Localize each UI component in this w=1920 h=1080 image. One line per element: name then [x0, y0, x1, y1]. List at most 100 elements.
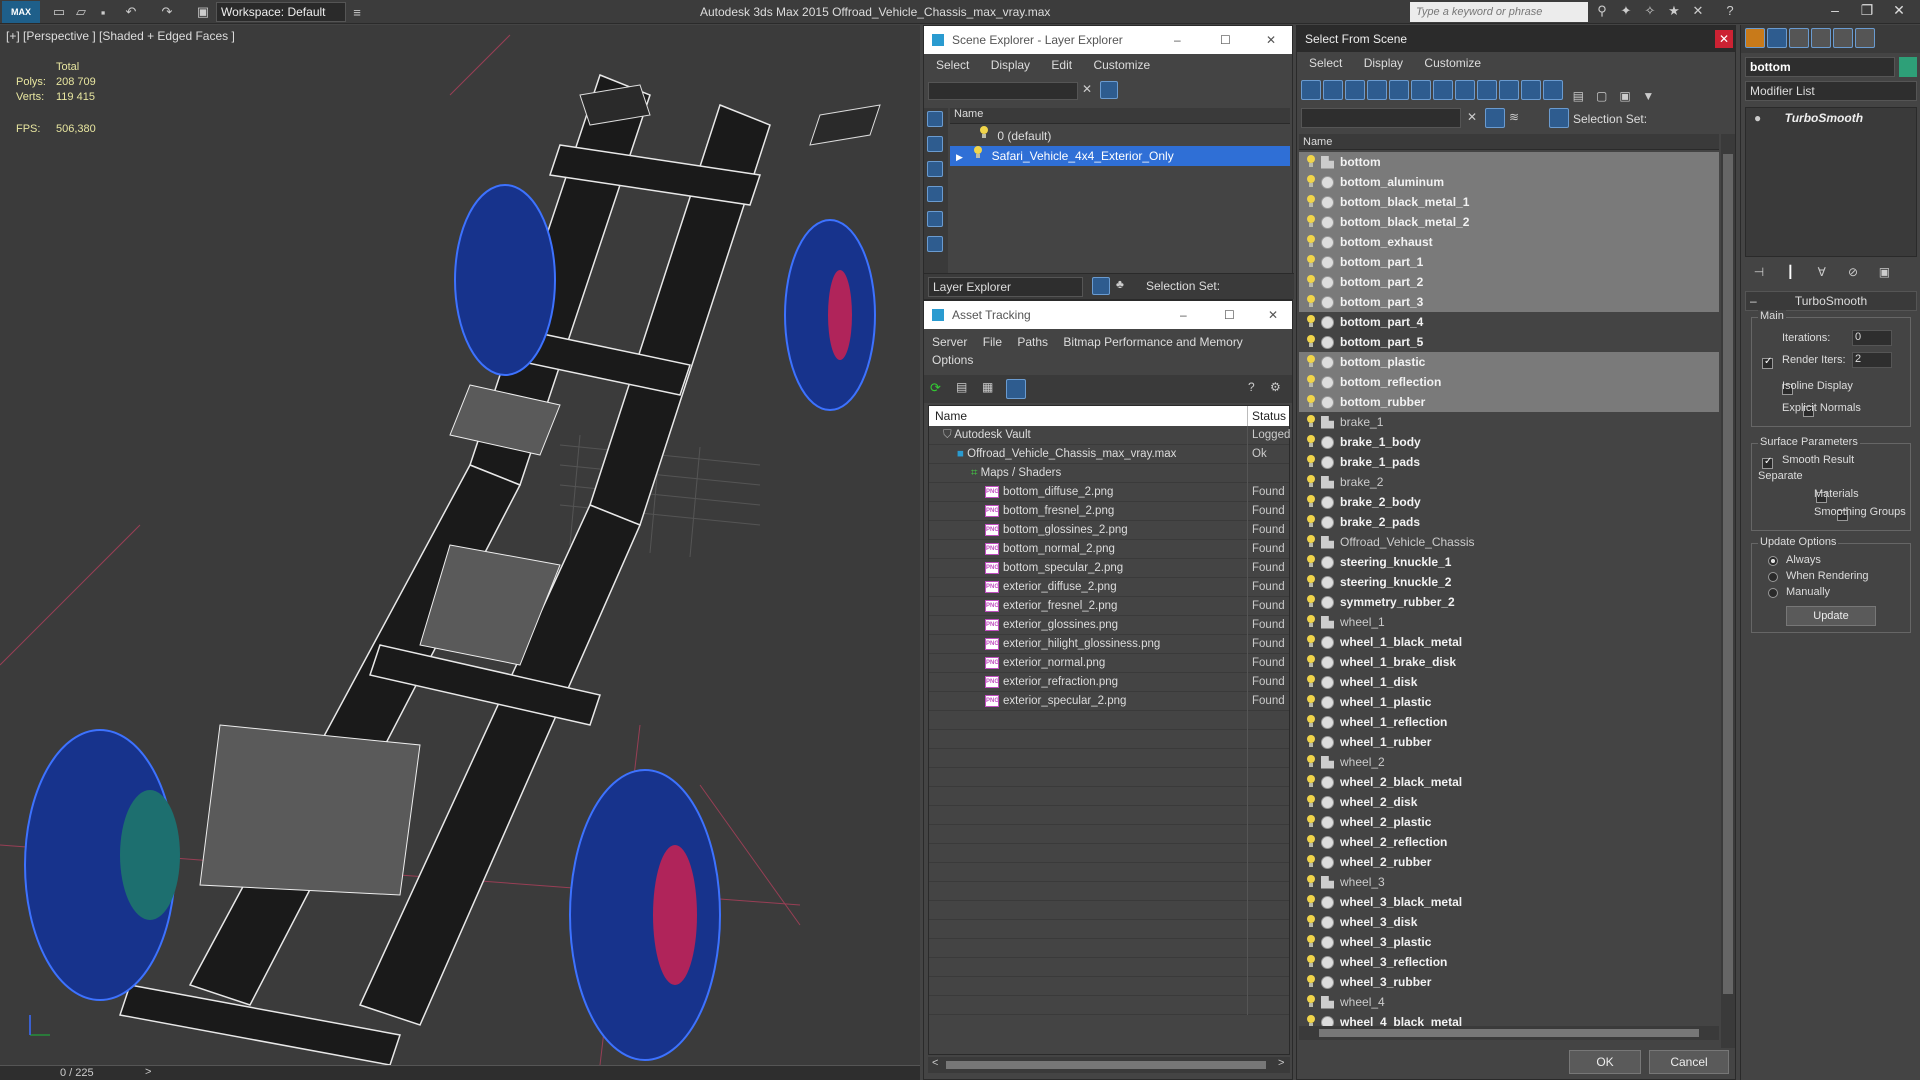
scene-object-row[interactable]: bottom_plastic	[1299, 352, 1719, 372]
scene-object-row[interactable]: wheel_1_reflection	[1299, 712, 1719, 732]
make-unique-icon[interactable]: ∀	[1808, 265, 1836, 279]
tools-icon[interactable]: ✦	[1616, 3, 1636, 21]
refresh-icon[interactable]: ⟳	[930, 380, 941, 396]
display-spacewarps-icon[interactable]	[927, 236, 943, 252]
scene-object-row[interactable]: wheel_1	[1299, 612, 1719, 632]
favorites-icon[interactable]: ★	[1664, 3, 1684, 21]
light-bulb-icon[interactable]	[1305, 275, 1317, 289]
light-bulb-icon[interactable]	[1305, 475, 1317, 489]
scene-object-row[interactable]: bottom_aluminum	[1299, 172, 1719, 192]
menu-customize[interactable]: Customize	[1424, 52, 1481, 74]
select-none-icon[interactable]: ▢	[1592, 89, 1612, 103]
cancel-button[interactable]: Cancel	[1649, 1050, 1729, 1074]
layer-row-selected[interactable]: ▶ Safari_Vehicle_4x4_Exterior_Only	[950, 146, 1290, 166]
col-name[interactable]: Name	[935, 406, 967, 426]
light-bulb-icon[interactable]	[972, 146, 984, 160]
asset-row[interactable]: PNG exterior_hilight_glossiness.png Found	[929, 635, 1289, 654]
when-rendering-radio[interactable]	[1768, 572, 1778, 582]
asset-row[interactable]: ■ Offroad_Vehicle_Chassis_max_vray.max Ok	[929, 445, 1289, 464]
light-bulb-icon[interactable]	[1305, 955, 1317, 969]
list-view-icon[interactable]: ▤	[956, 380, 967, 394]
object-list-v-scrollbar[interactable]	[1721, 134, 1735, 1048]
thumbnail-view-icon[interactable]: ▦	[982, 380, 993, 394]
remove-modifier-icon[interactable]: ⊘	[1839, 265, 1867, 279]
scene-object-row[interactable]: bottom_black_metal_2	[1299, 212, 1719, 232]
light-bulb-icon[interactable]	[1305, 935, 1317, 949]
expand-arrow-icon[interactable]: ▶	[956, 152, 963, 162]
modifier-stack-item[interactable]: ● TurboSmooth	[1746, 108, 1916, 128]
containers-filter-icon[interactable]	[1499, 80, 1519, 100]
explorer-type-dropdown[interactable]: Layer Explorer	[928, 277, 1083, 297]
asset-row[interactable]: PNG bottom_specular_2.png Found	[929, 559, 1289, 578]
clear-search-icon[interactable]: ✕	[1082, 82, 1092, 96]
filter-icon[interactable]	[1100, 81, 1118, 99]
settings-icon[interactable]: ⚙	[1270, 380, 1281, 394]
save-icon[interactable]: ▪	[94, 3, 112, 21]
redo-icon[interactable]: ↷	[158, 3, 176, 21]
scene-object-row[interactable]: wheel_3_disk	[1299, 912, 1719, 932]
minimize-icon[interactable]: –	[1820, 2, 1850, 22]
scene-object-row[interactable]: wheel_1_plastic	[1299, 692, 1719, 712]
scene-object-row[interactable]: wheel_3_black_metal	[1299, 892, 1719, 912]
light-bulb-icon[interactable]	[1305, 815, 1317, 829]
configure-sets-icon[interactable]: ▣	[1870, 265, 1898, 279]
light-bulb-icon[interactable]	[1305, 835, 1317, 849]
object-name-field[interactable]: bottom	[1745, 57, 1895, 77]
scene-object-row[interactable]: wheel_3	[1299, 872, 1719, 892]
light-bulb-icon[interactable]	[1305, 615, 1317, 629]
menu-display[interactable]: Display	[1364, 52, 1403, 74]
maximize-icon[interactable]: ☐	[1220, 26, 1231, 54]
light-bulb-icon[interactable]: ●	[1754, 111, 1761, 125]
light-bulb-icon[interactable]	[1305, 395, 1317, 409]
menu-customize[interactable]: Customize	[1093, 54, 1150, 76]
light-bulb-icon[interactable]	[1305, 375, 1317, 389]
display-helpers-icon[interactable]	[927, 211, 943, 227]
frozen-filter-icon[interactable]	[1521, 80, 1541, 100]
scene-explorer-titlebar[interactable]: Scene Explorer - Layer Explorer – ☐ ✕	[924, 26, 1292, 54]
next-frame-icon[interactable]: >	[145, 1066, 151, 1078]
light-bulb-icon[interactable]	[1305, 415, 1317, 429]
scene-object-row[interactable]: Offroad_Vehicle_Chassis	[1299, 532, 1719, 552]
select-all-icon[interactable]: ▤	[1568, 89, 1588, 103]
select-invert-icon[interactable]: ▣	[1615, 89, 1635, 103]
project-folder-icon[interactable]: ▣	[194, 3, 212, 21]
menu-edit[interactable]: Edit	[1051, 54, 1072, 76]
scene-search-field[interactable]	[928, 82, 1078, 100]
light-bulb-icon[interactable]	[1305, 315, 1317, 329]
scene-object-row[interactable]: brake_1	[1299, 412, 1719, 432]
collapse-icon[interactable]: –	[1750, 292, 1757, 310]
asset-row[interactable]: PNG bottom_glossines_2.png Found	[929, 521, 1289, 540]
light-bulb-icon[interactable]	[1305, 175, 1317, 189]
light-bulb-icon[interactable]	[1305, 635, 1317, 649]
light-bulb-icon[interactable]	[1305, 255, 1317, 269]
scene-object-row[interactable]: wheel_3_plastic	[1299, 932, 1719, 952]
layer-explorer-icon[interactable]	[1092, 277, 1110, 295]
minimize-icon[interactable]: –	[1174, 26, 1181, 54]
modifier-list-dropdown[interactable]: Modifier List	[1745, 81, 1917, 101]
bones-filter-icon[interactable]	[1477, 80, 1497, 100]
scene-object-row[interactable]: wheel_1_black_metal	[1299, 632, 1719, 652]
light-bulb-icon[interactable]	[1305, 495, 1317, 509]
scene-object-row[interactable]: brake_1_pads	[1299, 452, 1719, 472]
light-bulb-icon[interactable]	[1305, 715, 1317, 729]
new-file-icon[interactable]: ▭	[50, 3, 68, 21]
show-end-result-icon[interactable]: ┃	[1776, 265, 1804, 279]
scene-object-row[interactable]: steering_knuckle_2	[1299, 572, 1719, 592]
light-bulb-icon[interactable]	[1305, 155, 1317, 169]
community-icon[interactable]: ✧	[1640, 3, 1660, 21]
asset-row[interactable]: PNG bottom_diffuse_2.png Found	[929, 483, 1289, 502]
scroll-thumb[interactable]	[1319, 1029, 1699, 1037]
light-bulb-icon[interactable]	[1305, 735, 1317, 749]
scroll-left-icon[interactable]: <	[932, 1057, 938, 1069]
light-bulb-icon[interactable]	[1305, 895, 1317, 909]
select-from-scene-titlebar[interactable]: Select From Scene ✕	[1297, 26, 1735, 52]
scene-object-row[interactable]: wheel_2_rubber	[1299, 852, 1719, 872]
undo-icon[interactable]: ↶	[122, 3, 140, 21]
binoculars-icon[interactable]: ⚲	[1592, 3, 1612, 21]
light-bulb-icon[interactable]	[1305, 195, 1317, 209]
ok-button[interactable]: OK	[1569, 1050, 1641, 1074]
light-bulb-icon[interactable]	[1305, 855, 1317, 869]
hierarchy-tab-icon[interactable]	[1789, 28, 1809, 48]
asset-row[interactable]: PNG exterior_specular_2.png Found	[929, 692, 1289, 711]
scene-object-row[interactable]: brake_1_body	[1299, 432, 1719, 452]
